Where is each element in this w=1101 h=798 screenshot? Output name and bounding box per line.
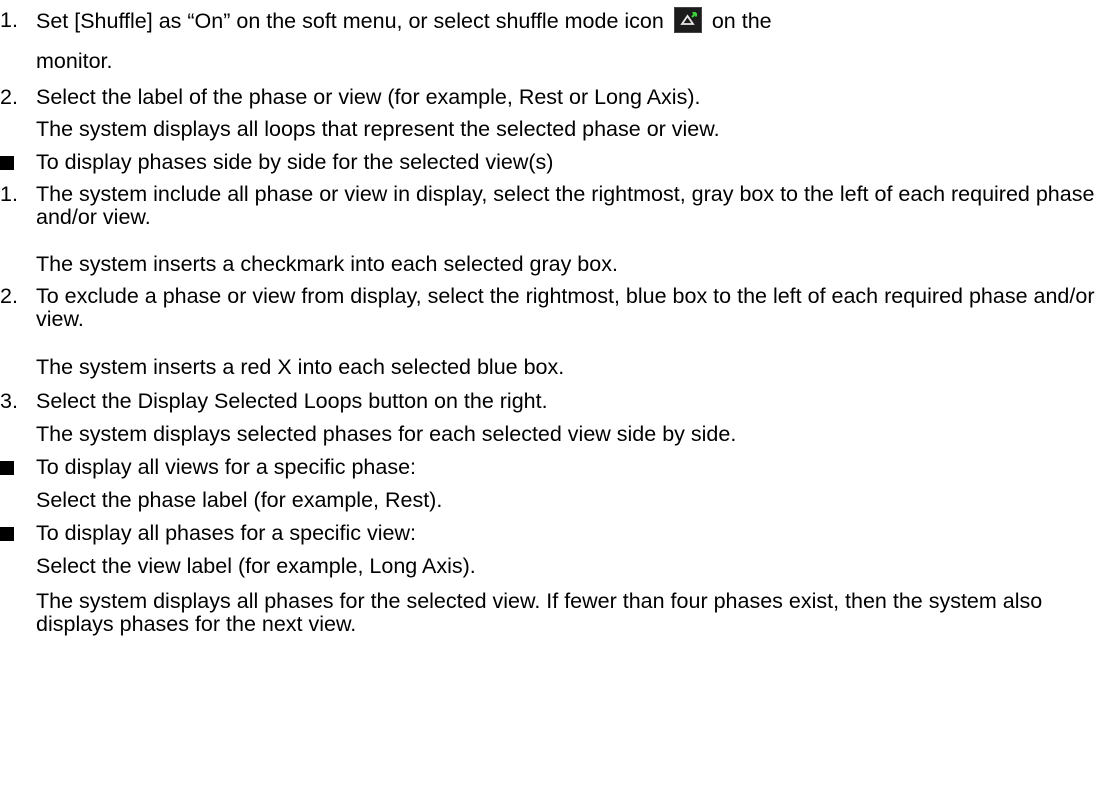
substep-2-text: To exclude a phase or view from display,… <box>36 284 1095 331</box>
step-number: 1. <box>0 8 18 32</box>
bullet-square <box>0 156 14 170</box>
bullet-square <box>0 461 14 475</box>
substep-1-text: The system include all phase or view in … <box>36 182 1095 229</box>
substep-3-text: Select the Display Selected Loops button… <box>36 389 548 413</box>
substep-1-result: The system inserts a checkmark into each… <box>36 252 618 276</box>
substep-3-result: The system displays selected phases for … <box>36 422 737 446</box>
step-1-text-a: Set [Shuffle] as “On” on the soft menu, … <box>36 9 664 33</box>
substep-2-result: The system inserts a red X into each sel… <box>36 355 565 379</box>
bullet-3-result: The system displays all phases for the s… <box>36 589 1043 636</box>
step-number: 3. <box>0 389 18 413</box>
bullet-3-detail: Select the view label (for example, Long… <box>36 554 476 578</box>
bullet-3-text: To display all phases for a specific vie… <box>36 521 417 545</box>
step-number: 2. <box>0 284 18 308</box>
step-1-text-b: on the <box>711 9 772 33</box>
document-page: 1. Set [Shuffle] as “On” on the soft men… <box>0 0 1101 798</box>
step-2-result: The system displays all loops that repre… <box>36 117 720 141</box>
step-1-text-c: monitor. <box>36 49 113 73</box>
step-2-text: Select the label of the phase or view (f… <box>36 85 701 109</box>
step-number: 1. <box>0 182 18 206</box>
bullet-2-text: To display all views for a specific phas… <box>36 455 417 479</box>
bullet-2-detail: Select the phase label (for example, Res… <box>36 488 443 512</box>
bullet-1-text: To display phases side by side for the s… <box>36 150 554 174</box>
step-number: 2. <box>0 85 18 109</box>
bullet-square <box>0 527 14 541</box>
step-1-text: Set [Shuffle] as “On” on the soft menu, … <box>36 7 772 35</box>
shuffle-mode-icon <box>673 7 702 33</box>
